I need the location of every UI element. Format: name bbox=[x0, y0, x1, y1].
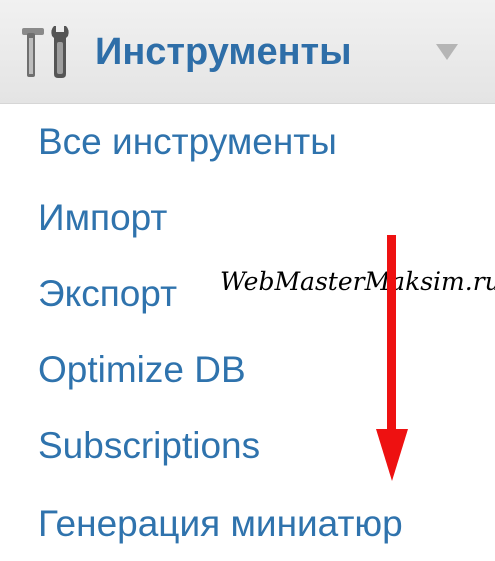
menu-header[interactable]: Инструменты bbox=[0, 0, 495, 104]
submenu-item-import[interactable]: Импорт bbox=[38, 196, 167, 240]
collapse-arrow-icon[interactable] bbox=[436, 44, 458, 60]
submenu-item-generate-thumbnails[interactable]: Генерация миниатюр bbox=[38, 502, 403, 546]
red-arrow-annotation bbox=[376, 235, 408, 481]
watermark-text: WebMasterMaksim.ru bbox=[220, 266, 495, 298]
submenu-item-export[interactable]: Экспорт bbox=[38, 272, 177, 316]
submenu-item-subscriptions[interactable]: Subscriptions bbox=[38, 424, 260, 468]
submenu-item-optimize-db[interactable]: Optimize DB bbox=[38, 348, 246, 392]
tools-icon bbox=[22, 26, 69, 78]
submenu-item-all-tools[interactable]: Все инструменты bbox=[38, 120, 337, 164]
menu-title[interactable]: Инструменты bbox=[95, 30, 352, 74]
